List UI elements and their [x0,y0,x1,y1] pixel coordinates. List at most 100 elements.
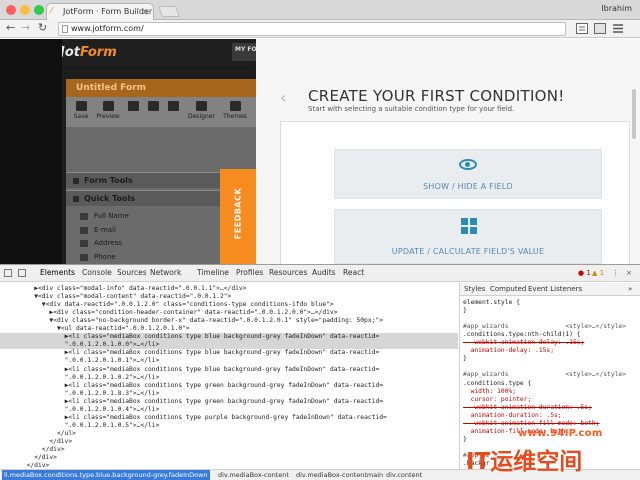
dom-node-line[interactable]: ".0.0.1.2.0.1.8.3">…</li> [0,390,160,398]
warning-count[interactable]: ▲ 1 [592,269,604,277]
dom-node-line[interactable]: </ul> [0,430,76,438]
back-button[interactable]: ← [6,21,15,35]
devtools-tab[interactable]: Profiles [236,268,263,277]
builder-tool-button[interactable]: Designer [188,99,215,120]
breadcrumb-item[interactable]: div.content [386,470,422,480]
builder-tool-button[interactable]: Save [68,99,94,120]
styles-tabbar: Styles Computed Event Listeners » [460,283,640,296]
dom-node-line[interactable]: ▶<li class="mediaBox conditions type gre… [0,382,383,390]
css-rule-line[interactable]: animation-delay: .15s; [463,347,554,355]
profile-name[interactable]: Ibrahim [601,4,632,13]
minimize-window-button[interactable] [20,5,30,15]
breadcrumb-item[interactable]: li.mediaBox.conditions.type.blue.backgro… [2,470,210,480]
undo-icon [127,101,139,111]
builder-tool-button[interactable]: Preview [95,99,121,120]
breadcrumb-item[interactable]: div.mediaBox-content [218,470,289,480]
dom-node-line[interactable]: </div> [0,462,50,469]
settings-icon[interactable]: ⋮ [612,269,619,277]
quick-tool-item[interactable]: Full Name [80,210,129,223]
builder-tool-button[interactable]: Themes [222,99,248,120]
dom-node-line[interactable]: ▼<div data-reactid=".0.0.1.2.0" class="c… [0,301,334,309]
dom-node-line[interactable]: ".0.0.1.2.0.1.0.1">…</li> [0,357,160,365]
css-rule-line[interactable]: #app_wizards <style>…</style> [463,371,626,379]
new-tab-button[interactable] [157,6,181,17]
dom-node-line[interactable]: ▶<li class="mediaBox conditions type blu… [0,349,380,357]
quick-tool-label: Phone [94,252,116,261]
forward-button[interactable]: → [21,21,30,35]
devtools-tab[interactable]: Sources [117,268,147,277]
close-window-button[interactable] [6,5,16,15]
dom-node-line[interactable]: ".0.0.1.2.0.1.0.5">…</li> [0,422,160,430]
extension-icon[interactable] [594,23,606,34]
dom-node-line[interactable]: ▶<li class="mediaBox conditions type gre… [0,398,383,406]
devtools-tab[interactable]: Network [150,268,181,277]
css-rule-line[interactable]: animation-duration: .5s; [463,412,562,420]
css-rule-line[interactable]: -webkit-animation-delay: .15s; [463,339,585,347]
close-devtools-icon[interactable]: × [626,269,632,277]
back-arrow-icon[interactable]: ‹ [280,88,286,107]
maximize-window-button[interactable] [34,5,44,15]
devtools-tab[interactable]: Console [82,268,112,277]
page-scrollbar[interactable] [632,89,636,139]
css-rule-line[interactable]: element.style { [463,299,520,307]
dom-node-line[interactable]: ".0.0.1.2.0.1.0.2">…</li> [0,374,160,382]
quick-tool-item[interactable]: Address [80,237,122,250]
form-title[interactable]: Untitled Form [66,79,256,97]
css-rule-line[interactable]: cursor: pointer; [463,396,532,404]
elements-tree[interactable]: ▶<div class="modal-info" data-reactid=".… [0,283,458,469]
styles-tab[interactable]: Event Listeners [528,285,582,293]
dom-node-line[interactable]: </div> [0,454,57,462]
css-rule-line[interactable]: } [463,307,467,315]
dom-node-line[interactable]: ▶<li class="mediaBox conditions type pur… [0,414,387,422]
dom-node-line[interactable]: ▶<li class="mediaBox conditions type blu… [0,333,458,342]
device-mode-icon[interactable] [18,269,26,277]
dom-node-line[interactable]: ▶<div class="condition-header-container"… [0,309,337,317]
quick-tool-item[interactable]: E-mail [80,224,116,237]
css-rule-line[interactable]: #app_wizards <style>…</style> [463,323,626,331]
dom-node-line[interactable]: </div> [0,446,65,454]
dom-node-line[interactable]: ▼<div class="modal-content" data-reactid… [0,293,231,301]
tool-label: Themes [223,113,247,120]
dom-node-line[interactable]: ▼<div class="no-background border-x" dat… [0,317,383,325]
dom-node-line[interactable]: ".0.0.1.2.0.1.0.0">…</li> [0,341,458,350]
styles-tab[interactable]: Styles [464,285,485,293]
reload-button[interactable]: ↻ [38,21,47,35]
css-rule-line[interactable]: .conditions.type { [463,380,531,388]
screen: ⁄ JotForm · Form Builder × Ibrahim ← → ↻… [0,0,640,480]
error-count[interactable]: ● 1 [578,269,591,277]
themes-icon [229,101,241,111]
styles-tab[interactable]: » [628,285,632,293]
dom-node-line[interactable]: ▶<li class="mediaBox conditions type blu… [0,366,380,374]
css-rule-line[interactable]: } [463,355,467,363]
jotform-logo[interactable]: JotForm [60,45,117,60]
feedback-button[interactable]: FEEDBACK [220,169,256,264]
browser-tab[interactable]: ⁄ JotForm · Form Builder × [46,3,154,20]
menu-icon[interactable] [612,23,624,34]
devtools-tab[interactable]: Resources [269,268,307,277]
tab-close-icon[interactable]: × [142,4,149,19]
devtools-tab[interactable]: Audits [312,268,336,277]
extension-icon[interactable] [576,23,588,34]
style-icon [167,101,179,111]
builder-tool-button[interactable] [160,99,186,113]
dom-node-line[interactable]: </div> [0,438,72,446]
devtools-tab[interactable]: Elements [40,268,75,277]
devtools-tab[interactable]: React [343,268,364,277]
address-bar[interactable]: www.jotform.com/ [58,22,566,36]
css-rule-line[interactable]: -webkit-animation-fill-mode: both; [463,420,600,428]
dom-node-line[interactable]: ▼<ul data-reactid=".0.0.1.2.0.1.0"> [0,325,190,333]
show-hide-field-option[interactable]: SHOW / HIDE A FIELD [334,149,602,199]
update-calculate-value-option[interactable]: UPDATE / CALCULATE FIELD'S VALUE [334,209,602,264]
redo-icon [147,101,159,111]
dom-node-line[interactable]: ▶<div class="modal-info" data-reactid=".… [0,285,246,293]
option-label: UPDATE / CALCULATE FIELD'S VALUE [391,247,545,256]
css-rule-line[interactable]: -webkit-animation-duration: .5s; [463,404,592,412]
dom-node-line[interactable]: ".0.0.1.2.0.1.0.4">…</li> [0,406,160,414]
breadcrumb-item[interactable]: div.mediaBox-contentmain [296,470,383,480]
quick-tool-item[interactable]: Phone [80,251,116,264]
inspect-element-icon[interactable] [4,269,12,277]
css-rule-line[interactable]: .conditions.type:nth-child(1) { [463,331,581,339]
devtools-tab[interactable]: Timeline [197,268,229,277]
css-rule-line[interactable]: width: 100%; [463,388,517,396]
styles-tab[interactable]: Computed [490,285,526,293]
